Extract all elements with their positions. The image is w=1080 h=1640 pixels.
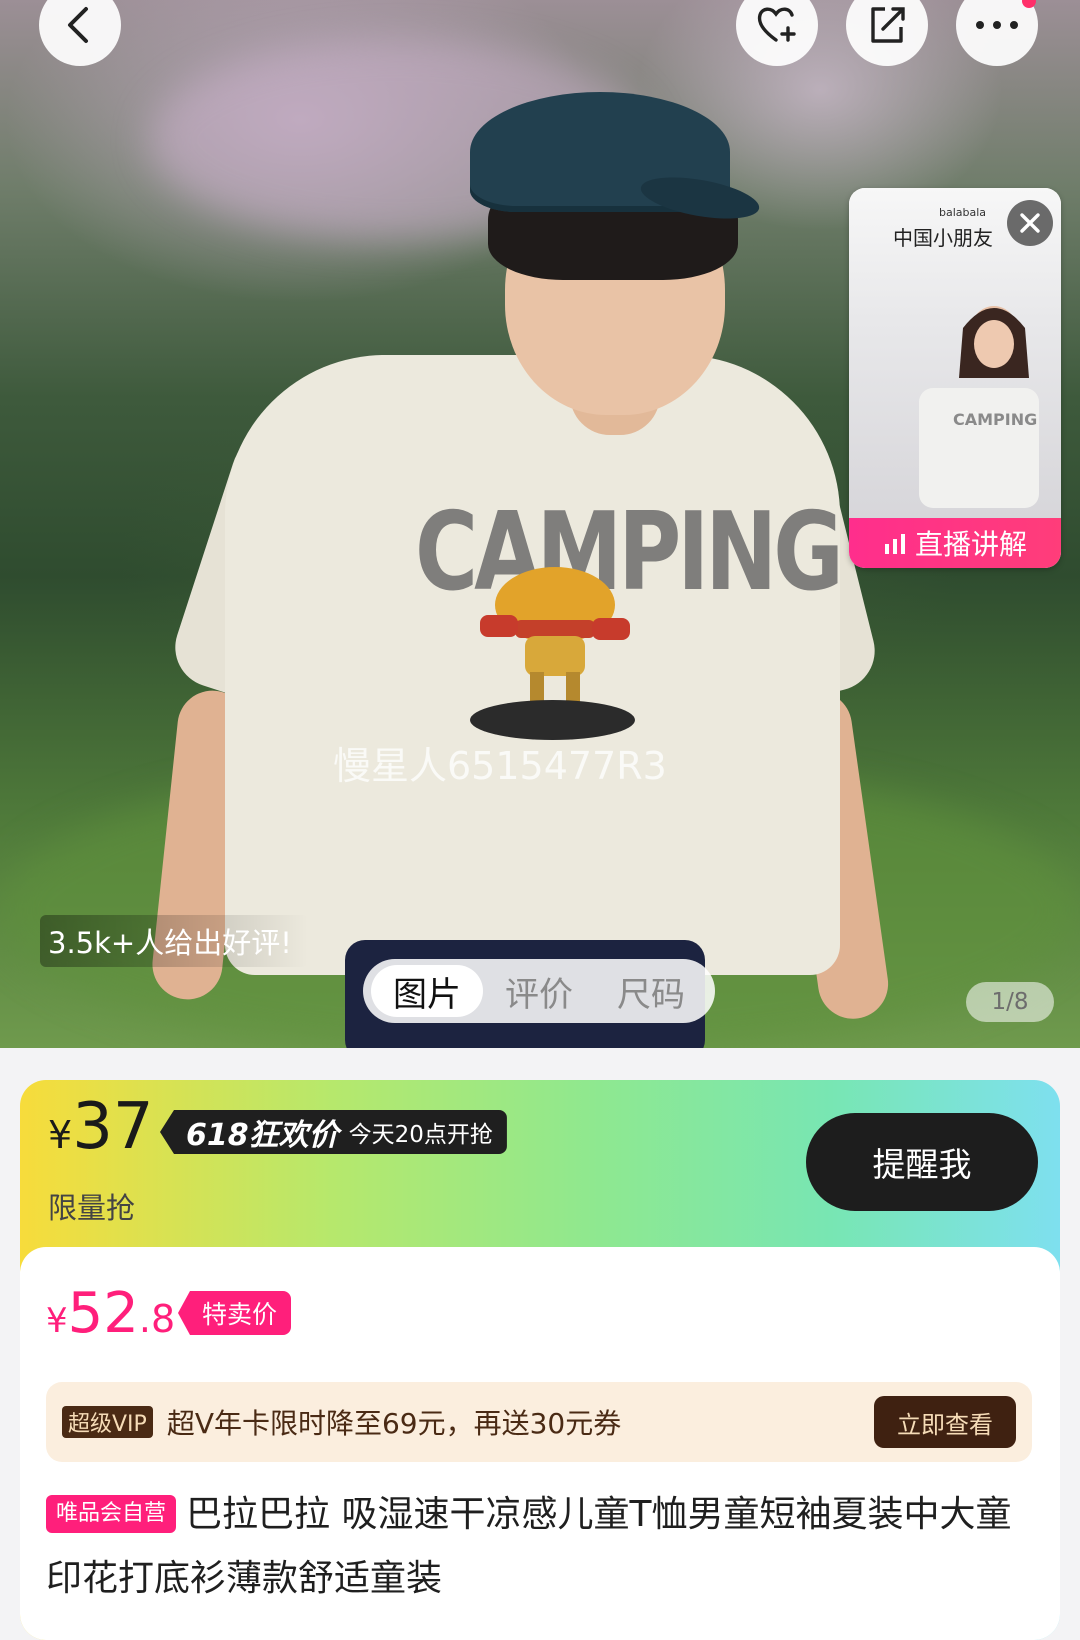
sale-price-integer: 52 [67, 1281, 139, 1346]
view-now-button[interactable]: 立即查看 [874, 1396, 1016, 1448]
flash-currency: ¥ [48, 1113, 73, 1157]
price-card: ¥37 618狂欢价 今天20点开抢 限量抢 提醒我 ¥52.8 特卖价 超级V… [20, 1080, 1060, 1640]
tab-images[interactable]: 图片 [371, 965, 483, 1017]
flash-sale-banner: ¥37 618狂欢价 今天20点开抢 限量抢 提醒我 [20, 1080, 1060, 1250]
live-stream-card[interactable]: balabala 中国小朋友 CAMPING 直播讲解 [849, 188, 1061, 568]
heart-plus-icon [757, 7, 796, 42]
product-title: 巴拉巴拉 吸湿速干凉感儿童T恤男童短袖夏装中大童印花打底衫薄款舒适童装 [46, 1494, 1012, 1599]
robot-graphic-icon [480, 567, 630, 702]
image-counter: 1/8 [966, 982, 1054, 1022]
robot-base [470, 700, 635, 740]
live-bars-icon [884, 534, 905, 554]
share-icon [871, 7, 905, 43]
event-tag-label: 618狂欢价 [186, 1118, 339, 1153]
live-explain-button[interactable]: 直播讲解 [849, 518, 1061, 568]
live-brand: balabala [939, 206, 987, 219]
tab-sizes[interactable]: 尺码 [595, 965, 707, 1017]
flash-sale-price: ¥37 [48, 1090, 154, 1164]
vip-promo-text: 超V年卡限时降至69元，再送30元券 [166, 1407, 622, 1440]
live-shirt [919, 388, 1039, 508]
product-title-row: 唯品会自营 巴拉巴拉 吸湿速干凉感儿童T恤男童短袖夏装中大童印花打底衫薄款舒适童装 [46, 1483, 1026, 1611]
flash-price-value: 37 [72, 1090, 154, 1164]
sale-price: ¥52.8 [46, 1281, 175, 1346]
self-operated-tag: 唯品会自营 [46, 1495, 177, 1533]
product-info: ¥52.8 特卖价 超级VIP 超V年卡限时降至69元，再送30元券 立即查看 … [20, 1247, 1060, 1640]
live-title: 中国小朋友 [893, 226, 993, 250]
more-dots-icon [976, 21, 1018, 29]
sale-currency: ¥ [46, 1301, 68, 1341]
live-close-button[interactable] [1007, 200, 1053, 246]
gallery-tabs: 图片 评价 尺码 [363, 959, 715, 1023]
event-time: 今天20点开抢 [348, 1122, 493, 1148]
rating-note: 3.5k+人给出好评! [40, 915, 308, 967]
vip-badge: 超级VIP [62, 1406, 153, 1438]
watermark-text: 慢星人6515477R3 [333, 744, 667, 788]
live-explain-label: 直播讲解 [914, 528, 1027, 561]
vip-promo-bar[interactable]: 超级VIP 超V年卡限时降至69元，再送30元券 立即查看 [46, 1382, 1032, 1462]
limited-label: 限量抢 [48, 1191, 136, 1225]
live-shirt-text: CAMPING [953, 410, 1038, 429]
remind-me-button[interactable]: 提醒我 [806, 1113, 1038, 1211]
sale-price-tag: 特卖价 [178, 1291, 292, 1335]
tab-reviews[interactable]: 评价 [483, 965, 595, 1017]
sale-price-decimal: .8 [138, 1297, 176, 1341]
event-tag: 618狂欢价 今天20点开抢 [160, 1110, 507, 1154]
close-icon [1020, 213, 1040, 233]
chevron-left-icon [68, 7, 88, 43]
